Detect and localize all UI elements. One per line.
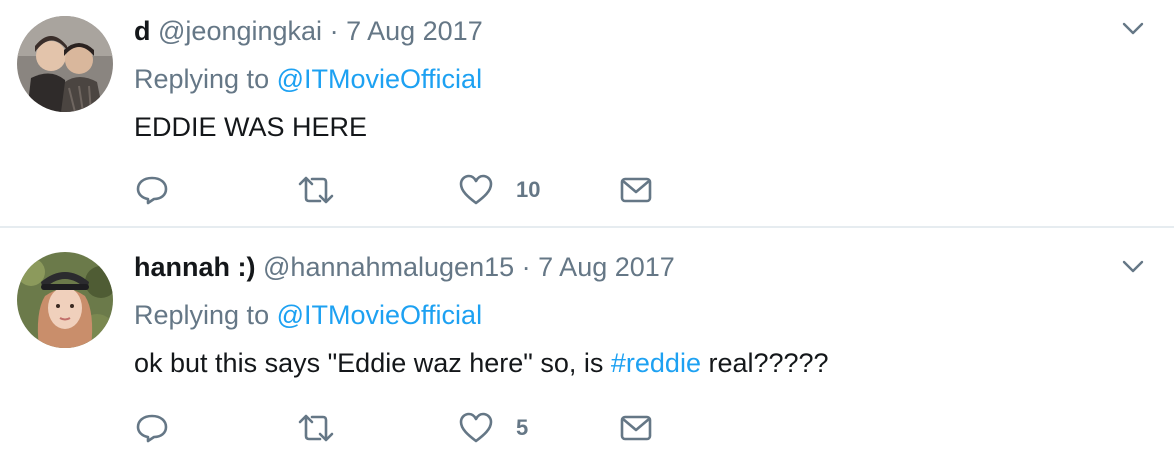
reply-button[interactable] bbox=[134, 172, 170, 208]
tweet-text-part: EDDIE WAS HERE bbox=[134, 112, 368, 142]
tweet-text: ok but this says "Eddie waz here" so, is… bbox=[134, 346, 829, 380]
chevron-down-icon[interactable] bbox=[1122, 22, 1144, 36]
separator: · bbox=[329, 16, 339, 46]
replying-to-link[interactable]: @ITMovieOfficial bbox=[277, 64, 482, 94]
tweet[interactable]: d @jeongingkai · 7 Aug 2017 Replying to … bbox=[0, 0, 1174, 228]
replying-label: Replying to bbox=[134, 64, 270, 94]
tweet-header: hannah :) @hannahmalugen15 · 7 Aug 2017 bbox=[134, 250, 675, 284]
separator: · bbox=[521, 252, 531, 282]
like-count: 5 bbox=[516, 415, 529, 440]
tweet-actions: 10 bbox=[134, 172, 834, 212]
reply-icon bbox=[136, 414, 168, 443]
avatar[interactable] bbox=[17, 252, 113, 348]
direct-message-button[interactable] bbox=[620, 410, 652, 446]
tweet-text-part: ok but this says "Eddie waz here" so, is bbox=[134, 348, 611, 378]
envelope-icon bbox=[620, 415, 652, 441]
envelope-icon bbox=[620, 177, 652, 203]
reply-icon bbox=[136, 176, 168, 205]
tweet-header: d @jeongingkai · 7 Aug 2017 bbox=[134, 14, 483, 48]
replying-to: Replying to @ITMovieOfficial bbox=[134, 298, 482, 332]
tweet-actions: 5 bbox=[134, 410, 834, 450]
tweet-text: EDDIE WAS HERE bbox=[134, 110, 367, 144]
heart-icon bbox=[459, 174, 493, 205]
replying-to: Replying to @ITMovieOfficial bbox=[134, 62, 482, 96]
heart-icon bbox=[459, 412, 493, 443]
avatar[interactable] bbox=[17, 16, 113, 112]
chevron-down-icon[interactable] bbox=[1122, 260, 1144, 274]
retweet-icon bbox=[298, 176, 334, 204]
like-count: 10 bbox=[516, 177, 541, 202]
timestamp[interactable]: 7 Aug 2017 bbox=[346, 16, 483, 46]
direct-message-button[interactable] bbox=[620, 172, 652, 208]
tweet[interactable]: hannah :) @hannahmalugen15 · 7 Aug 2017 … bbox=[0, 228, 1174, 454]
like-button[interactable]: 10 bbox=[458, 172, 540, 208]
replying-to-link[interactable]: @ITMovieOfficial bbox=[277, 300, 482, 330]
tweet-text-part: real????? bbox=[700, 348, 829, 378]
retweet-button[interactable] bbox=[296, 410, 336, 446]
timestamp[interactable]: 7 Aug 2017 bbox=[538, 252, 675, 282]
user-handle[interactable]: @jeongingkai bbox=[158, 16, 322, 46]
display-name[interactable]: d bbox=[134, 16, 151, 46]
user-handle[interactable]: @hannahmalugen15 bbox=[263, 252, 514, 282]
retweet-button[interactable] bbox=[296, 172, 336, 208]
display-name[interactable]: hannah :) bbox=[134, 252, 256, 282]
hashtag-link[interactable]: #reddie bbox=[611, 348, 701, 378]
retweet-icon bbox=[298, 414, 334, 442]
replying-label: Replying to bbox=[134, 300, 270, 330]
reply-button[interactable] bbox=[134, 410, 170, 446]
like-button[interactable]: 5 bbox=[458, 410, 528, 446]
